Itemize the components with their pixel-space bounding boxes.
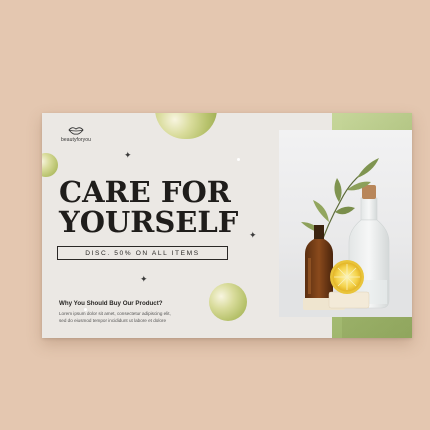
info-body: Lorem ipsum dolor sit amet, consectetur … [59,310,189,324]
product-photo [279,130,412,317]
lips-logo-icon [68,127,84,135]
discount-badge: DISC. 50% ON ALL ITEMS [57,246,228,260]
top-orb-decoration [155,113,217,139]
product-illustration [279,158,412,317]
left-orb-decoration [42,153,58,177]
headline: CARE FOR YOURSELF [59,177,239,237]
sparkle-icon: ✦ [140,274,148,284]
sparkle-dot [237,158,240,161]
info-body-line-1: Lorem ipsum dolor sit amet, consectetur … [59,311,171,316]
brand-logo[interactable]: beautyforyou [56,126,96,143]
sparkle-icon: ✦ [124,150,132,160]
brand-name: beautyforyou [60,137,92,143]
info-body-line-2: sed do eiusmod tempor incididunt ut labo… [59,318,166,323]
sparkle-icon: ✦ [249,230,257,240]
headline-line-1: CARE FOR [59,175,231,209]
headline-line-2: YOURSELF [59,205,239,239]
promo-banner: beautyforyou ✦ ✦ ✦ CARE FOR YOURSELF DIS… [42,113,412,338]
info-heading: Why You Should Buy Our Product? [59,300,163,307]
bottom-orb-decoration [209,283,247,321]
